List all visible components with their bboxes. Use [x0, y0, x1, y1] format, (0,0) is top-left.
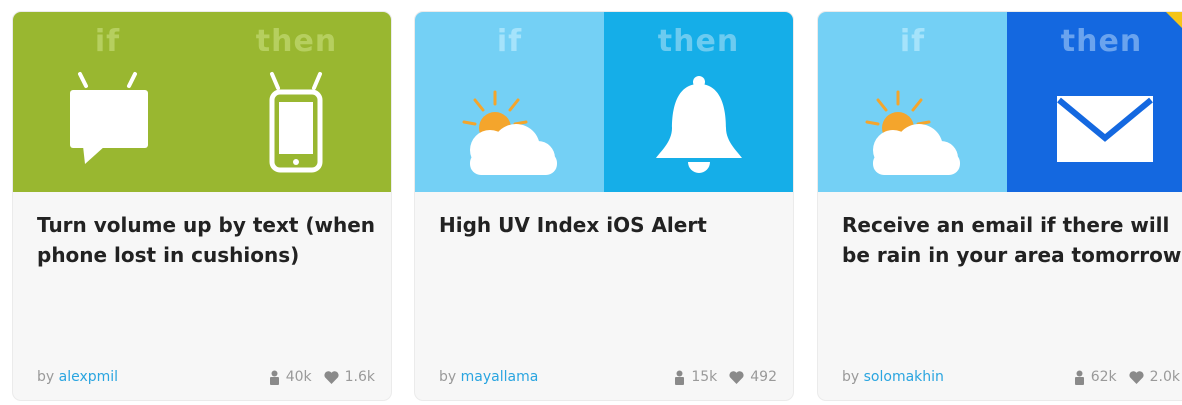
recipe-card[interactable]: if then [415, 12, 793, 400]
sms-icon [70, 72, 148, 164]
users-count: 62k [1090, 369, 1117, 385]
trigger-panel: if [818, 12, 1007, 192]
users-stat: 15k [674, 369, 717, 385]
action-panel: then [1007, 12, 1182, 192]
favorites-count: 2.0k [1149, 369, 1180, 385]
users-count: 40k [285, 369, 312, 385]
favorites-stat: 492 [729, 369, 777, 385]
author-link[interactable]: mayallama [461, 369, 539, 385]
user-icon [675, 370, 685, 385]
recipe-card-row: if then Turn volume up by text (when pho… [0, 0, 1182, 405]
bell-icon [656, 76, 742, 173]
heart-icon [1129, 370, 1144, 384]
recipe-title: Receive an email if there will be rain i… [842, 213, 1182, 267]
recipe-banner: if then [13, 12, 391, 192]
action-panel: then [604, 12, 793, 192]
author-link[interactable]: alexpmil [59, 369, 118, 385]
users-stat: 62k [1074, 369, 1117, 385]
heart-icon [729, 370, 744, 384]
favorites-stat: 2.0k [1129, 369, 1180, 385]
recipe-title: High UV Index iOS Alert [439, 213, 707, 237]
android-phone-icon [269, 72, 323, 173]
recipe-card[interactable]: if then [818, 12, 1182, 400]
heart-icon [324, 370, 339, 384]
weather-icon [462, 90, 557, 175]
favorites-count: 1.6k [344, 369, 375, 385]
by-label: by [842, 369, 860, 385]
recipe-title: Turn volume up by text (when phone lost … [37, 213, 376, 267]
users-count: 15k [691, 369, 718, 385]
recipe-footer: by mayallama 15k 492 [439, 366, 777, 388]
recipe-footer: by solomakhin 62k 2.0k [842, 366, 1180, 388]
recipe-banner: if then [415, 12, 793, 192]
byline: by solomakhin [842, 369, 1062, 385]
favorites-count: 492 [750, 369, 777, 385]
trigger-panel: if [415, 12, 604, 192]
author-link[interactable]: solomakhin [864, 369, 944, 385]
byline: by alexpmil [37, 369, 257, 385]
trigger-panel: if [13, 12, 202, 192]
byline: by mayallama [439, 369, 662, 385]
users-stat: 40k [269, 369, 312, 385]
recipe-card[interactable]: if then Turn volume up by text (when pho… [13, 12, 391, 400]
recipe-footer: by alexpmil 40k 1.6k [37, 366, 375, 388]
by-label: by [37, 369, 55, 385]
user-icon [269, 370, 279, 385]
user-icon [1074, 370, 1084, 385]
featured-ribbon-icon [1166, 12, 1182, 28]
recipe-banner: if then [818, 12, 1182, 192]
weather-icon [865, 90, 960, 175]
by-label: by [439, 369, 457, 385]
favorites-stat: 1.6k [324, 369, 375, 385]
action-panel: then [202, 12, 391, 192]
email-icon [1057, 96, 1153, 162]
